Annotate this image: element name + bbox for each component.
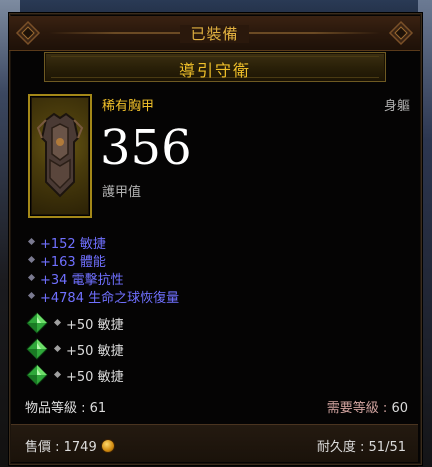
equipped-header: 已裝備	[9, 16, 420, 51]
equipped-label: 已裝備	[180, 25, 249, 43]
emerald-gem-icon	[26, 312, 48, 334]
diamond-bullet-icon	[27, 274, 35, 282]
armor-value: 356	[100, 120, 192, 176]
durability: 耐久度 : 51/51	[316, 440, 406, 455]
gem-bonus: +50 敏捷	[66, 317, 124, 333]
armor-label: 護甲值	[102, 185, 142, 200]
stat-line: +152 敏捷	[27, 233, 179, 252]
gem-socket-row: +50 敏捷	[26, 311, 124, 335]
tooltip-footer: 售價 : 1749 耐久度 : 51/51	[11, 424, 418, 462]
gold-coin-icon	[101, 439, 114, 452]
diamond-bullet-icon	[27, 292, 35, 300]
emerald-gem-icon	[26, 338, 48, 360]
stat-list: +152 敏捷 +163 體能 +34 電擊抗性 +4784 生命之球恢復量	[27, 233, 179, 306]
sell-price: 售價 : 1749	[25, 436, 114, 455]
sell-price-label: 售價 : 1749	[25, 440, 97, 455]
diamond-bullet-icon	[27, 256, 35, 264]
diamond-bullet-icon	[54, 371, 62, 379]
gem-socket-row: +50 敏捷	[26, 363, 124, 387]
required-level: 需要等級 : 60	[327, 397, 408, 416]
item-name-banner: 導引守衛	[44, 52, 386, 82]
diamond-bullet-icon	[27, 238, 35, 246]
required-level-value: 60	[391, 401, 408, 416]
item-name: 導引守衛	[178, 61, 251, 80]
gem-bonus: +50 敏捷	[66, 369, 124, 385]
stat-line: +163 體能	[27, 251, 179, 270]
gem-socket-row: +50 敏捷	[26, 337, 124, 361]
stat-line: +34 電擊抗性	[27, 269, 179, 288]
item-type: 稀有胸甲	[102, 99, 155, 114]
chest-armor-icon	[36, 112, 84, 198]
item-portrait	[28, 94, 92, 218]
stat-line: +4784 生命之球恢復量	[27, 287, 179, 306]
diamond-bullet-icon	[54, 345, 62, 353]
ornament-right-icon	[388, 20, 414, 46]
gem-bonus: +50 敏捷	[66, 343, 124, 359]
emerald-gem-icon	[26, 364, 48, 386]
required-level-label: 需要等級 :	[326, 401, 392, 416]
diamond-bullet-icon	[54, 319, 62, 327]
item-slot: 身軀	[383, 99, 410, 114]
item-level: 物品等級 : 61	[25, 401, 107, 416]
